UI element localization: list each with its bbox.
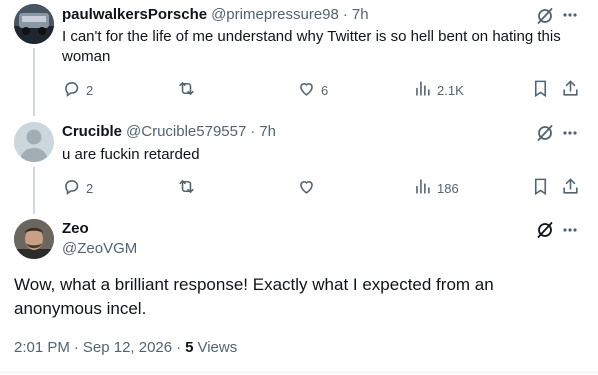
like-count: 6 — [321, 82, 329, 98]
separator-dot: · — [176, 339, 182, 356]
bookmark-button[interactable] — [531, 177, 550, 199]
reply-count: 2 — [86, 82, 94, 98]
share-icon — [561, 177, 580, 199]
bookmark-button[interactable] — [531, 79, 550, 101]
views-button[interactable]: 186 — [413, 177, 459, 199]
reply-button[interactable]: 2 — [62, 79, 93, 101]
tweet-text: u are fuckin retarded — [62, 146, 200, 163]
retweet-button[interactable] — [177, 177, 196, 199]
timestamp[interactable]: 7h — [259, 123, 276, 140]
views-icon — [413, 79, 432, 101]
avatar[interactable] — [14, 4, 54, 44]
views-count: 2.1K — [437, 82, 464, 98]
retweet-icon — [177, 177, 196, 199]
like-icon — [297, 177, 316, 199]
bookmark-icon — [531, 79, 550, 101]
grok-icon[interactable] — [536, 221, 554, 239]
like-icon — [297, 79, 316, 101]
more-icon[interactable] — [563, 228, 577, 232]
reply-icon — [62, 177, 81, 199]
display-name[interactable]: Zeo — [62, 220, 89, 237]
reply-count: 2 — [86, 180, 94, 196]
retweet-icon — [177, 79, 196, 101]
tweet-header: Crucible @Crucible579557 · 7h — [62, 123, 276, 140]
user-handle[interactable]: @primepressure98 — [211, 6, 339, 23]
tweet-text: Wow, what a brilliant response! Exactly … — [14, 275, 494, 318]
post-time[interactable]: 2:01 PM — [14, 339, 70, 356]
reply-button[interactable]: 2 — [62, 177, 93, 199]
more-icon[interactable] — [563, 131, 577, 135]
avatar[interactable] — [14, 122, 54, 162]
share-button[interactable] — [561, 79, 580, 101]
reply-icon — [62, 79, 81, 101]
display-name[interactable]: Crucible — [62, 123, 122, 140]
tweet-header: paulwalkersPorsche @primepressure98 · 7h — [62, 6, 369, 23]
like-button[interactable] — [297, 177, 316, 199]
views-label: Views — [197, 339, 238, 356]
bookmark-icon — [531, 177, 550, 199]
separator-dot: · — [73, 339, 79, 356]
share-icon — [561, 79, 580, 101]
thread-line — [33, 167, 35, 214]
separator-dot: · — [250, 123, 256, 140]
more-icon[interactable] — [563, 13, 577, 17]
retweet-button[interactable] — [177, 79, 196, 101]
thread-line — [33, 48, 35, 116]
display-name[interactable]: paulwalkersPorsche — [62, 6, 207, 23]
user-handle[interactable]: @Crucible579557 — [126, 123, 246, 140]
share-button[interactable] — [561, 177, 580, 199]
views-icon — [413, 177, 432, 199]
user-handle[interactable]: @ZeoVGM — [62, 240, 137, 257]
tweet-text: I can't for the life of me understand wh… — [62, 28, 561, 65]
post-date[interactable]: Sep 12, 2026 — [83, 339, 172, 356]
divider — [0, 372, 598, 373]
avatar[interactable] — [14, 219, 54, 259]
tweet-meta: 2:01 PM · Sep 12, 2026 · 5 Views — [14, 339, 237, 356]
views-count: 186 — [437, 180, 459, 196]
grok-icon[interactable] — [536, 124, 554, 142]
timestamp[interactable]: 7h — [352, 6, 369, 23]
like-button[interactable]: 6 — [297, 79, 328, 101]
views-count: 5 — [185, 339, 194, 356]
views-button[interactable]: 2.1K — [413, 79, 464, 101]
separator-dot: · — [342, 6, 348, 23]
grok-icon[interactable] — [536, 7, 554, 25]
